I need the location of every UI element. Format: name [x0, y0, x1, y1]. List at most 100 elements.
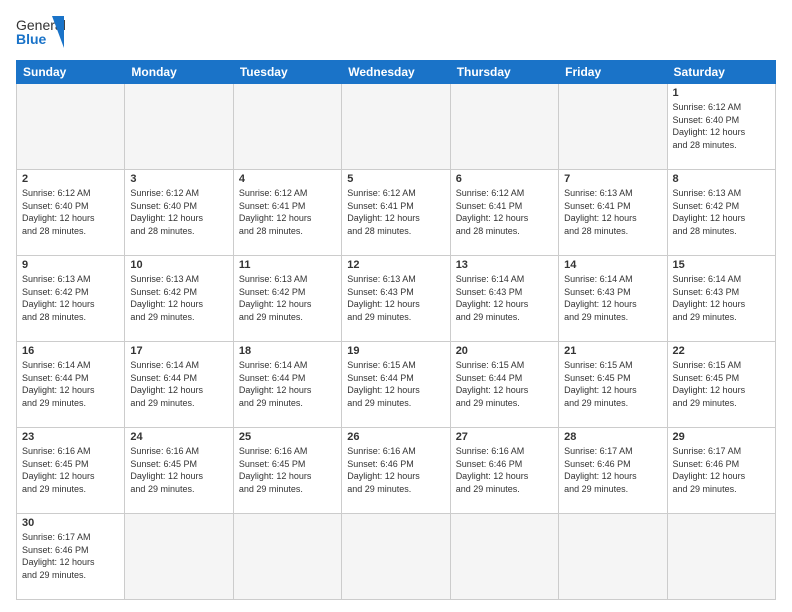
day-number: 13 [456, 259, 553, 271]
day-number: 24 [130, 431, 227, 443]
calendar-day-cell: 11 Sunrise: 6:13 AM Sunset: 6:42 PM Dayli… [233, 256, 341, 342]
day-info: Sunrise: 6:14 AM Sunset: 6:43 PM Dayligh… [456, 273, 553, 323]
day-info: Sunrise: 6:16 AM Sunset: 6:46 PM Dayligh… [347, 445, 444, 495]
calendar-day-cell [342, 514, 450, 600]
calendar-day-cell: 23 Sunrise: 6:16 AM Sunset: 6:45 PM Dayli… [17, 428, 125, 514]
day-info: Sunrise: 6:14 AM Sunset: 6:43 PM Dayligh… [564, 273, 661, 323]
day-info: Sunrise: 6:17 AM Sunset: 6:46 PM Dayligh… [22, 531, 119, 581]
day-number: 7 [564, 173, 661, 185]
calendar-day-cell: 7 Sunrise: 6:13 AM Sunset: 6:41 PM Daylig… [559, 170, 667, 256]
logo-icon: General Blue [16, 12, 68, 52]
day-number: 6 [456, 173, 553, 185]
day-info: Sunrise: 6:13 AM Sunset: 6:43 PM Dayligh… [347, 273, 444, 323]
calendar-day-cell [125, 514, 233, 600]
day-info: Sunrise: 6:13 AM Sunset: 6:42 PM Dayligh… [239, 273, 336, 323]
calendar-day-cell: 12 Sunrise: 6:13 AM Sunset: 6:43 PM Dayli… [342, 256, 450, 342]
day-info: Sunrise: 6:16 AM Sunset: 6:45 PM Dayligh… [239, 445, 336, 495]
day-number: 14 [564, 259, 661, 271]
day-info: Sunrise: 6:13 AM Sunset: 6:42 PM Dayligh… [130, 273, 227, 323]
day-number: 2 [22, 173, 119, 185]
day-number: 10 [130, 259, 227, 271]
day-info: Sunrise: 6:16 AM Sunset: 6:45 PM Dayligh… [22, 445, 119, 495]
calendar-day-cell [667, 514, 775, 600]
day-info: Sunrise: 6:15 AM Sunset: 6:45 PM Dayligh… [673, 359, 770, 409]
calendar-day-cell: 27 Sunrise: 6:16 AM Sunset: 6:46 PM Dayli… [450, 428, 558, 514]
svg-text:Blue: Blue [16, 31, 47, 47]
day-number: 9 [22, 259, 119, 271]
day-number: 22 [673, 345, 770, 357]
calendar-week-row: 23 Sunrise: 6:16 AM Sunset: 6:45 PM Dayli… [17, 428, 776, 514]
calendar-day-cell: 26 Sunrise: 6:16 AM Sunset: 6:46 PM Dayli… [342, 428, 450, 514]
calendar-day-cell: 13 Sunrise: 6:14 AM Sunset: 6:43 PM Dayli… [450, 256, 558, 342]
day-info: Sunrise: 6:12 AM Sunset: 6:40 PM Dayligh… [130, 187, 227, 237]
calendar-day-cell: 5Sunrise: 6:12 AM Sunset: 6:41 PM Daylig… [342, 170, 450, 256]
day-number: 18 [239, 345, 336, 357]
day-number: 17 [130, 345, 227, 357]
calendar-week-row: 1Sunrise: 6:12 AM Sunset: 6:40 PM Daylig… [17, 84, 776, 170]
day-number: 23 [22, 431, 119, 443]
calendar-day-cell: 9Sunrise: 6:13 AM Sunset: 6:42 PM Daylig… [17, 256, 125, 342]
calendar-week-row: 16 Sunrise: 6:14 AM Sunset: 6:44 PM Dayli… [17, 342, 776, 428]
calendar-day-cell: 6 Sunrise: 6:12 AM Sunset: 6:41 PM Daylig… [450, 170, 558, 256]
day-number: 1 [673, 87, 770, 99]
calendar-table: SundayMondayTuesdayWednesdayThursdayFrid… [16, 60, 776, 600]
calendar-week-row: 2 Sunrise: 6:12 AM Sunset: 6:40 PM Daylig… [17, 170, 776, 256]
calendar-day-cell: 19Sunrise: 6:15 AM Sunset: 6:44 PM Dayli… [342, 342, 450, 428]
day-info: Sunrise: 6:17 AM Sunset: 6:46 PM Dayligh… [673, 445, 770, 495]
calendar-day-cell [233, 84, 341, 170]
day-number: 3 [130, 173, 227, 185]
day-info: Sunrise: 6:15 AM Sunset: 6:45 PM Dayligh… [564, 359, 661, 409]
weekday-header-saturday: Saturday [667, 61, 775, 84]
calendar-day-cell: 8 Sunrise: 6:13 AM Sunset: 6:42 PM Daylig… [667, 170, 775, 256]
day-number: 11 [239, 259, 336, 271]
weekday-header-wednesday: Wednesday [342, 61, 450, 84]
logo: General Blue [16, 12, 68, 52]
calendar-day-cell [125, 84, 233, 170]
calendar-day-cell: 22 Sunrise: 6:15 AM Sunset: 6:45 PM Dayli… [667, 342, 775, 428]
day-info: Sunrise: 6:13 AM Sunset: 6:41 PM Dayligh… [564, 187, 661, 237]
calendar-week-row: 30Sunrise: 6:17 AM Sunset: 6:46 PM Dayli… [17, 514, 776, 600]
day-info: Sunrise: 6:14 AM Sunset: 6:44 PM Dayligh… [22, 359, 119, 409]
calendar-day-cell: 21 Sunrise: 6:15 AM Sunset: 6:45 PM Dayli… [559, 342, 667, 428]
weekday-header-thursday: Thursday [450, 61, 558, 84]
day-info: Sunrise: 6:12 AM Sunset: 6:41 PM Dayligh… [347, 187, 444, 237]
calendar-day-cell: 14 Sunrise: 6:14 AM Sunset: 6:43 PM Dayli… [559, 256, 667, 342]
day-info: Sunrise: 6:12 AM Sunset: 6:41 PM Dayligh… [456, 187, 553, 237]
day-info: Sunrise: 6:14 AM Sunset: 6:44 PM Dayligh… [130, 359, 227, 409]
weekday-header-monday: Monday [125, 61, 233, 84]
calendar-page: General Blue SundayMondayTuesdayWednesda… [0, 0, 792, 612]
calendar-day-cell [450, 84, 558, 170]
calendar-day-cell: 25Sunrise: 6:16 AM Sunset: 6:45 PM Dayli… [233, 428, 341, 514]
day-info: Sunrise: 6:14 AM Sunset: 6:44 PM Dayligh… [239, 359, 336, 409]
calendar-day-cell [342, 84, 450, 170]
calendar-day-cell: 2 Sunrise: 6:12 AM Sunset: 6:40 PM Daylig… [17, 170, 125, 256]
calendar-day-cell: 10 Sunrise: 6:13 AM Sunset: 6:42 PM Dayli… [125, 256, 233, 342]
calendar-day-cell: 28Sunrise: 6:17 AM Sunset: 6:46 PM Dayli… [559, 428, 667, 514]
calendar-day-cell: 18 Sunrise: 6:14 AM Sunset: 6:44 PM Dayli… [233, 342, 341, 428]
day-number: 8 [673, 173, 770, 185]
calendar-day-cell: 29Sunrise: 6:17 AM Sunset: 6:46 PM Dayli… [667, 428, 775, 514]
calendar-day-cell: 24Sunrise: 6:16 AM Sunset: 6:45 PM Dayli… [125, 428, 233, 514]
calendar-day-cell [17, 84, 125, 170]
calendar-day-cell: 4Sunrise: 6:12 AM Sunset: 6:41 PM Daylig… [233, 170, 341, 256]
header: General Blue [16, 12, 776, 52]
calendar-day-cell: 30Sunrise: 6:17 AM Sunset: 6:46 PM Dayli… [17, 514, 125, 600]
calendar-day-cell: 15Sunrise: 6:14 AM Sunset: 6:43 PM Dayli… [667, 256, 775, 342]
day-number: 12 [347, 259, 444, 271]
calendar-day-cell: 17 Sunrise: 6:14 AM Sunset: 6:44 PM Dayli… [125, 342, 233, 428]
day-info: Sunrise: 6:16 AM Sunset: 6:46 PM Dayligh… [456, 445, 553, 495]
day-number: 26 [347, 431, 444, 443]
day-info: Sunrise: 6:13 AM Sunset: 6:42 PM Dayligh… [673, 187, 770, 237]
day-number: 16 [22, 345, 119, 357]
day-number: 27 [456, 431, 553, 443]
calendar-day-cell: 3 Sunrise: 6:12 AM Sunset: 6:40 PM Daylig… [125, 170, 233, 256]
calendar-day-cell: 16 Sunrise: 6:14 AM Sunset: 6:44 PM Dayli… [17, 342, 125, 428]
day-number: 20 [456, 345, 553, 357]
calendar-day-cell [450, 514, 558, 600]
day-number: 21 [564, 345, 661, 357]
weekday-header-friday: Friday [559, 61, 667, 84]
day-info: Sunrise: 6:12 AM Sunset: 6:40 PM Dayligh… [22, 187, 119, 237]
weekday-header-sunday: Sunday [17, 61, 125, 84]
calendar-week-row: 9 Sunrise: 6:13 AM Sunset: 6:42 PM Daylig… [17, 256, 776, 342]
day-info: Sunrise: 6:17 AM Sunset: 6:46 PM Dayligh… [564, 445, 661, 495]
